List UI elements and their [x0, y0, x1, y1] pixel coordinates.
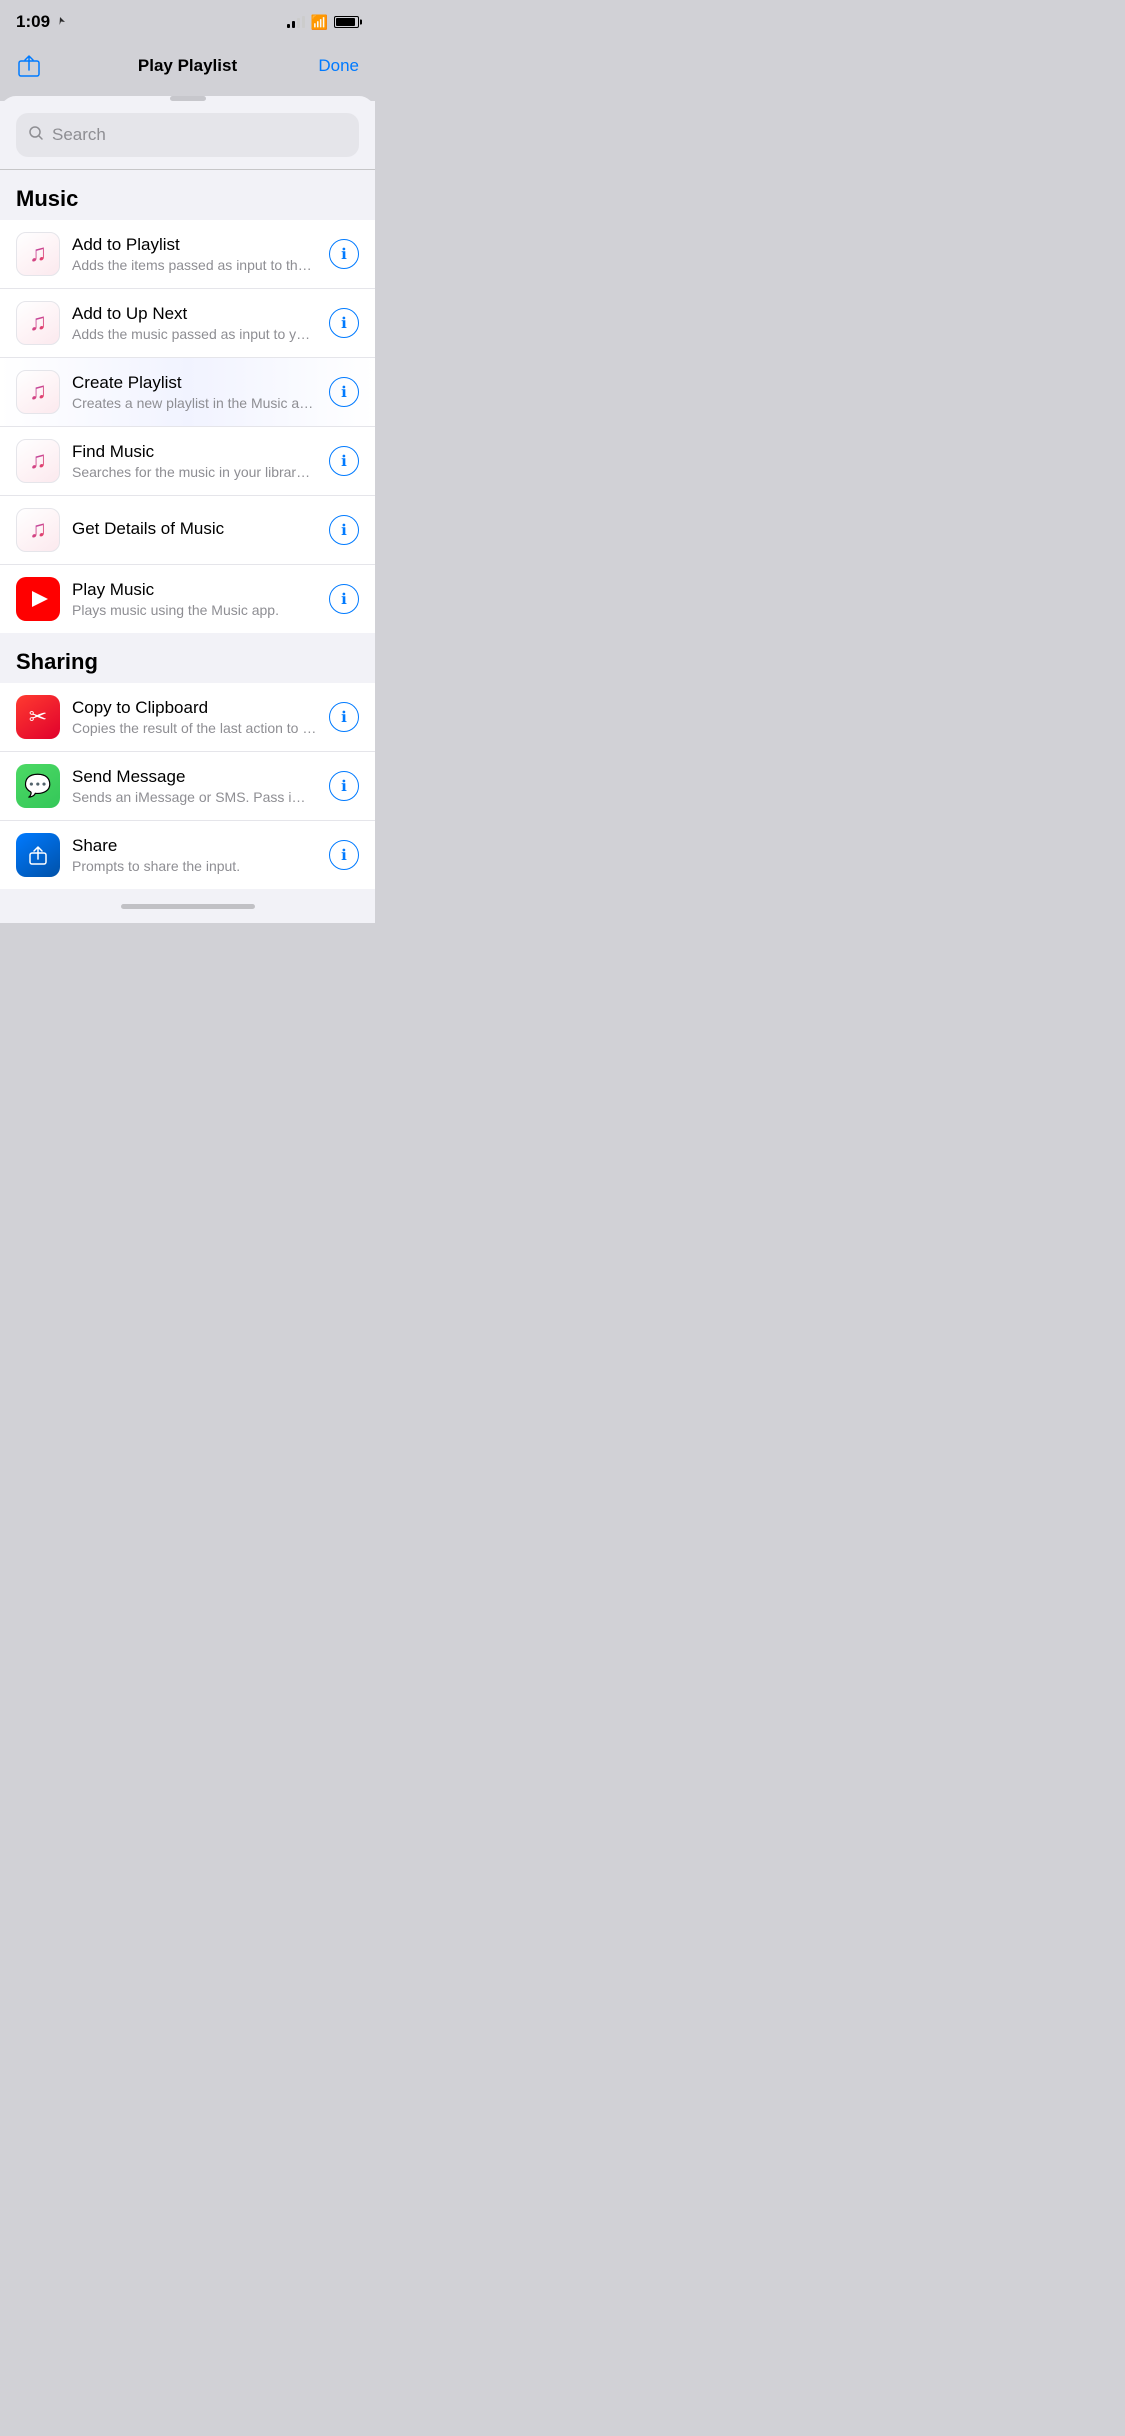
send-message-item[interactable]: 💬 Send Message Sends an iMessage or SMS.… — [0, 752, 375, 821]
add-to-playlist-text: Add to Playlist Adds the items passed as… — [72, 235, 317, 273]
share-item[interactable]: Share Prompts to share the input. ℹ — [0, 821, 375, 889]
status-bar: 1:09 📶 — [0, 0, 375, 44]
get-details-title: Get Details of Music — [72, 519, 317, 539]
add-to-playlist-info[interactable]: ℹ — [329, 239, 359, 269]
copy-clipboard-icon: ✂ — [16, 695, 60, 739]
music-section-header: Music — [0, 170, 375, 220]
get-details-icon: ♫ — [16, 508, 60, 552]
create-playlist-text: Create Playlist Creates a new playlist i… — [72, 373, 317, 411]
sharing-section-header: Sharing — [0, 633, 375, 683]
add-to-up-next-item[interactable]: ♫ Add to Up Next Adds the music passed a… — [0, 289, 375, 358]
get-details-text: Get Details of Music — [72, 519, 317, 541]
create-playlist-subtitle: Creates a new playlist in the Music app,… — [72, 395, 317, 411]
add-to-up-next-info[interactable]: ℹ — [329, 308, 359, 338]
signal-icon — [287, 16, 305, 28]
send-message-icon: 💬 — [16, 764, 60, 808]
share-item-icon — [16, 833, 60, 877]
search-bar[interactable]: Search — [16, 113, 359, 157]
create-playlist-icon: ♫ — [16, 370, 60, 414]
done-button[interactable]: Done — [318, 56, 359, 76]
create-playlist-item[interactable]: ♫ Create Playlist Creates a new playlist… — [0, 358, 375, 427]
add-to-playlist-item[interactable]: ♫ Add to Playlist Adds the items passed … — [0, 220, 375, 289]
copy-clipboard-title: Copy to Clipboard — [72, 698, 317, 718]
play-music-title: Play Music — [72, 580, 317, 600]
status-icons: 📶 — [287, 14, 359, 31]
add-to-up-next-subtitle: Adds the music passed as input to your U… — [72, 326, 317, 342]
play-music-subtitle: Plays music using the Music app. — [72, 602, 317, 618]
send-message-subtitle: Sends an iMessage or SMS. Pass images,..… — [72, 789, 317, 805]
share-icon[interactable] — [16, 53, 42, 79]
find-music-info[interactable]: ℹ — [329, 446, 359, 476]
share-info[interactable]: ℹ — [329, 840, 359, 870]
search-container: Search — [0, 101, 375, 169]
play-music-icon — [16, 577, 60, 621]
location-icon — [54, 16, 66, 28]
send-message-info[interactable]: ℹ — [329, 771, 359, 801]
add-to-up-next-title: Add to Up Next — [72, 304, 317, 324]
share-subtitle: Prompts to share the input. — [72, 858, 317, 874]
play-music-info[interactable]: ℹ — [329, 584, 359, 614]
music-action-list: ♫ Add to Playlist Adds the items passed … — [0, 220, 375, 633]
search-icon — [28, 125, 44, 146]
find-music-item[interactable]: ♫ Find Music Searches for the music in y… — [0, 427, 375, 496]
play-music-item[interactable]: Play Music Plays music using the Music a… — [0, 565, 375, 633]
share-title: Share — [72, 836, 317, 856]
background-header: Play Playlist Done — [0, 44, 375, 88]
send-message-title: Send Message — [72, 767, 317, 787]
get-details-item[interactable]: ♫ Get Details of Music ℹ — [0, 496, 375, 565]
add-to-playlist-icon: ♫ — [16, 232, 60, 276]
get-details-info[interactable]: ℹ — [329, 515, 359, 545]
status-time: 1:09 — [16, 12, 66, 32]
battery-icon — [334, 16, 359, 28]
find-music-text: Find Music Searches for the music in you… — [72, 442, 317, 480]
find-music-icon: ♫ — [16, 439, 60, 483]
find-music-title: Find Music — [72, 442, 317, 462]
add-to-up-next-text: Add to Up Next Adds the music passed as … — [72, 304, 317, 342]
nav-title: Play Playlist — [138, 56, 237, 76]
home-indicator — [0, 889, 375, 923]
copy-clipboard-item[interactable]: ✂ Copy to Clipboard Copies the result of… — [0, 683, 375, 752]
send-message-text: Send Message Sends an iMessage or SMS. P… — [72, 767, 317, 805]
add-to-up-next-icon: ♫ — [16, 301, 60, 345]
home-bar — [121, 904, 255, 909]
music-section-title: Music — [16, 186, 78, 211]
add-to-playlist-subtitle: Adds the items passed as input to the sp… — [72, 257, 317, 273]
search-placeholder: Search — [52, 125, 106, 145]
sharing-section-title: Sharing — [16, 649, 98, 674]
share-text: Share Prompts to share the input. — [72, 836, 317, 874]
play-music-text: Play Music Plays music using the Music a… — [72, 580, 317, 618]
action-sheet: Search Music ♫ Add to Playlist Adds the … — [0, 96, 375, 923]
add-to-playlist-title: Add to Playlist — [72, 235, 317, 255]
sharing-action-list: ✂ Copy to Clipboard Copies the result of… — [0, 683, 375, 889]
copy-clipboard-info[interactable]: ℹ — [329, 702, 359, 732]
create-playlist-info[interactable]: ℹ — [329, 377, 359, 407]
find-music-subtitle: Searches for the music in your library t… — [72, 464, 317, 480]
create-playlist-title: Create Playlist — [72, 373, 317, 393]
wifi-icon: 📶 — [311, 14, 328, 31]
copy-clipboard-subtitle: Copies the result of the last action to … — [72, 720, 317, 736]
copy-clipboard-text: Copy to Clipboard Copies the result of t… — [72, 698, 317, 736]
